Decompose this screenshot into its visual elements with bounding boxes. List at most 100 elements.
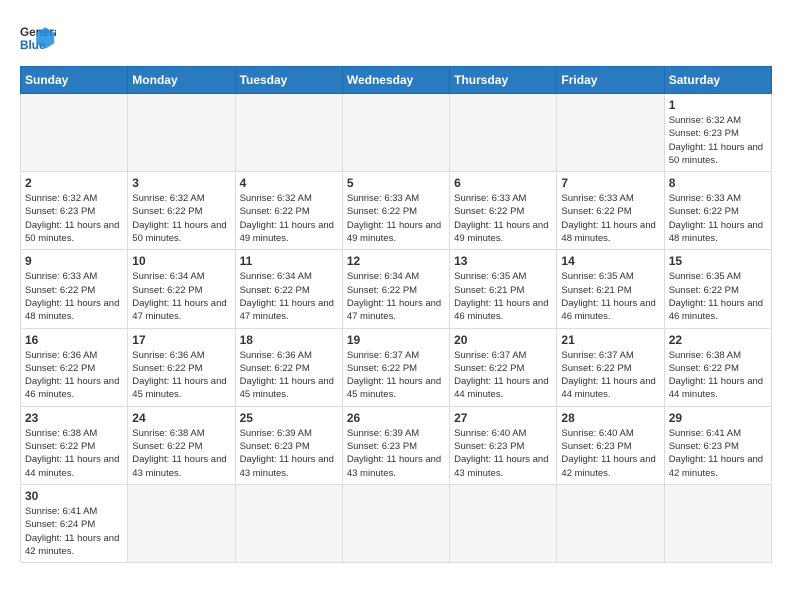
- day-header-tuesday: Tuesday: [235, 67, 342, 94]
- day-header-monday: Monday: [128, 67, 235, 94]
- day-number: 4: [240, 176, 338, 190]
- day-info: Sunrise: 6:36 AM Sunset: 6:22 PM Dayligh…: [25, 349, 123, 402]
- day-number: 18: [240, 333, 338, 347]
- day-number: 15: [669, 254, 767, 268]
- day-info: Sunrise: 6:37 AM Sunset: 6:22 PM Dayligh…: [454, 349, 552, 402]
- calendar-cell: [235, 94, 342, 172]
- day-number: 26: [347, 411, 445, 425]
- calendar-cell: [557, 484, 664, 562]
- day-info: Sunrise: 6:36 AM Sunset: 6:22 PM Dayligh…: [240, 349, 338, 402]
- calendar-cell: [450, 484, 557, 562]
- calendar-cell: 11 Sunrise: 6:34 AM Sunset: 6:22 PM Dayli…: [235, 250, 342, 328]
- day-info: Sunrise: 6:32 AM Sunset: 6:22 PM Dayligh…: [132, 192, 230, 245]
- day-number: 19: [347, 333, 445, 347]
- day-number: 1: [669, 98, 767, 112]
- day-info: Sunrise: 6:37 AM Sunset: 6:22 PM Dayligh…: [561, 349, 659, 402]
- calendar-cell: 25 Sunrise: 6:39 AM Sunset: 6:23 PM Dayli…: [235, 406, 342, 484]
- calendar-cell: 12 Sunrise: 6:34 AM Sunset: 6:22 PM Dayli…: [342, 250, 449, 328]
- calendar-cell: 4 Sunrise: 6:32 AM Sunset: 6:22 PM Daylig…: [235, 172, 342, 250]
- calendar-cell: [128, 94, 235, 172]
- day-number: 25: [240, 411, 338, 425]
- calendar-cell: 24 Sunrise: 6:38 AM Sunset: 6:22 PM Dayli…: [128, 406, 235, 484]
- logo: General Blue: [20, 20, 56, 56]
- day-number: 2: [25, 176, 123, 190]
- day-number: 20: [454, 333, 552, 347]
- day-number: 12: [347, 254, 445, 268]
- day-info: Sunrise: 6:41 AM Sunset: 6:24 PM Dayligh…: [25, 505, 123, 558]
- calendar-cell: 30Sunrise: 6:41 AM Sunset: 6:24 PM Dayli…: [21, 484, 128, 562]
- day-number: 16: [25, 333, 123, 347]
- day-info: Sunrise: 6:34 AM Sunset: 6:22 PM Dayligh…: [347, 270, 445, 323]
- day-number: 17: [132, 333, 230, 347]
- day-info: Sunrise: 6:34 AM Sunset: 6:22 PM Dayligh…: [240, 270, 338, 323]
- day-info: Sunrise: 6:35 AM Sunset: 6:22 PM Dayligh…: [669, 270, 767, 323]
- day-number: 13: [454, 254, 552, 268]
- day-info: Sunrise: 6:32 AM Sunset: 6:23 PM Dayligh…: [25, 192, 123, 245]
- calendar-cell: [128, 484, 235, 562]
- day-number: 6: [454, 176, 552, 190]
- calendar-cell: [450, 94, 557, 172]
- calendar-cell: 9 Sunrise: 6:33 AM Sunset: 6:22 PM Daylig…: [21, 250, 128, 328]
- calendar-cell: 18 Sunrise: 6:36 AM Sunset: 6:22 PM Dayli…: [235, 328, 342, 406]
- day-number: 3: [132, 176, 230, 190]
- day-info: Sunrise: 6:41 AM Sunset: 6:23 PM Dayligh…: [669, 427, 767, 480]
- day-header-saturday: Saturday: [664, 67, 771, 94]
- day-info: Sunrise: 6:39 AM Sunset: 6:23 PM Dayligh…: [347, 427, 445, 480]
- day-number: 11: [240, 254, 338, 268]
- calendar-cell: [235, 484, 342, 562]
- day-info: Sunrise: 6:36 AM Sunset: 6:22 PM Dayligh…: [132, 349, 230, 402]
- day-header-sunday: Sunday: [21, 67, 128, 94]
- calendar-cell: [21, 94, 128, 172]
- day-number: 29: [669, 411, 767, 425]
- day-info: Sunrise: 6:40 AM Sunset: 6:23 PM Dayligh…: [454, 427, 552, 480]
- day-number: 14: [561, 254, 659, 268]
- day-number: 27: [454, 411, 552, 425]
- calendar-cell: 22 Sunrise: 6:38 AM Sunset: 6:22 PM Dayli…: [664, 328, 771, 406]
- day-header-friday: Friday: [557, 67, 664, 94]
- general-blue-logo-icon: General Blue: [20, 20, 56, 56]
- day-number: 9: [25, 254, 123, 268]
- day-header-wednesday: Wednesday: [342, 67, 449, 94]
- calendar-cell: 17 Sunrise: 6:36 AM Sunset: 6:22 PM Dayli…: [128, 328, 235, 406]
- day-info: Sunrise: 6:38 AM Sunset: 6:22 PM Dayligh…: [132, 427, 230, 480]
- calendar-cell: 16 Sunrise: 6:36 AM Sunset: 6:22 PM Dayli…: [21, 328, 128, 406]
- calendar-table: SundayMondayTuesdayWednesdayThursdayFrid…: [20, 66, 772, 563]
- calendar-cell: 28Sunrise: 6:40 AM Sunset: 6:23 PM Dayli…: [557, 406, 664, 484]
- day-number: 7: [561, 176, 659, 190]
- day-number: 24: [132, 411, 230, 425]
- calendar-cell: 8 Sunrise: 6:33 AM Sunset: 6:22 PM Daylig…: [664, 172, 771, 250]
- calendar-cell: 21 Sunrise: 6:37 AM Sunset: 6:22 PM Dayli…: [557, 328, 664, 406]
- calendar-cell: 14 Sunrise: 6:35 AM Sunset: 6:21 PM Dayli…: [557, 250, 664, 328]
- day-info: Sunrise: 6:35 AM Sunset: 6:21 PM Dayligh…: [561, 270, 659, 323]
- calendar-cell: 23Sunrise: 6:38 AM Sunset: 6:22 PM Dayli…: [21, 406, 128, 484]
- calendar-cell: 20 Sunrise: 6:37 AM Sunset: 6:22 PM Dayli…: [450, 328, 557, 406]
- day-info: Sunrise: 6:32 AM Sunset: 6:23 PM Dayligh…: [669, 114, 767, 167]
- day-number: 22: [669, 333, 767, 347]
- day-info: Sunrise: 6:37 AM Sunset: 6:22 PM Dayligh…: [347, 349, 445, 402]
- day-info: Sunrise: 6:33 AM Sunset: 6:22 PM Dayligh…: [347, 192, 445, 245]
- page-header: General Blue: [20, 20, 772, 56]
- calendar-cell: 26 Sunrise: 6:39 AM Sunset: 6:23 PM Dayli…: [342, 406, 449, 484]
- day-number: 10: [132, 254, 230, 268]
- calendar-cell: 15 Sunrise: 6:35 AM Sunset: 6:22 PM Dayli…: [664, 250, 771, 328]
- day-header-thursday: Thursday: [450, 67, 557, 94]
- calendar-cell: 7 Sunrise: 6:33 AM Sunset: 6:22 PM Daylig…: [557, 172, 664, 250]
- day-info: Sunrise: 6:38 AM Sunset: 6:22 PM Dayligh…: [669, 349, 767, 402]
- calendar-cell: 13Sunrise: 6:35 AM Sunset: 6:21 PM Dayli…: [450, 250, 557, 328]
- calendar-cell: [557, 94, 664, 172]
- day-info: Sunrise: 6:33 AM Sunset: 6:22 PM Dayligh…: [669, 192, 767, 245]
- day-info: Sunrise: 6:39 AM Sunset: 6:23 PM Dayligh…: [240, 427, 338, 480]
- calendar-cell: [342, 484, 449, 562]
- calendar-cell: 10 Sunrise: 6:34 AM Sunset: 6:22 PM Dayli…: [128, 250, 235, 328]
- day-info: Sunrise: 6:34 AM Sunset: 6:22 PM Dayligh…: [132, 270, 230, 323]
- calendar-cell: 19 Sunrise: 6:37 AM Sunset: 6:22 PM Dayli…: [342, 328, 449, 406]
- day-info: Sunrise: 6:33 AM Sunset: 6:22 PM Dayligh…: [25, 270, 123, 323]
- day-info: Sunrise: 6:32 AM Sunset: 6:22 PM Dayligh…: [240, 192, 338, 245]
- day-number: 21: [561, 333, 659, 347]
- calendar-cell: 27 Sunrise: 6:40 AM Sunset: 6:23 PM Dayli…: [450, 406, 557, 484]
- day-number: 5: [347, 176, 445, 190]
- day-number: 8: [669, 176, 767, 190]
- calendar-cell: 3 Sunrise: 6:32 AM Sunset: 6:22 PM Daylig…: [128, 172, 235, 250]
- calendar-cell: [664, 484, 771, 562]
- day-info: Sunrise: 6:33 AM Sunset: 6:22 PM Dayligh…: [561, 192, 659, 245]
